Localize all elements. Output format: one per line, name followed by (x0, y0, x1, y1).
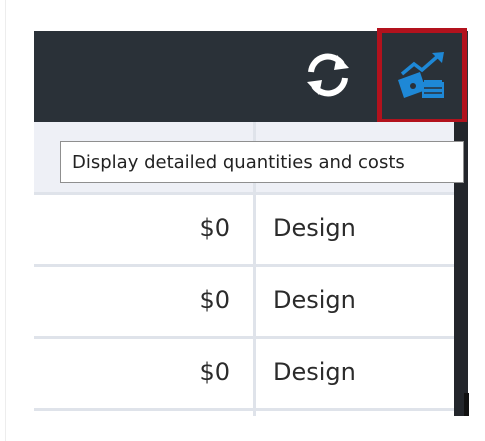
phase-cell: Design (273, 286, 356, 314)
cost-cell: $0 (199, 286, 230, 314)
refresh-button[interactable] (299, 46, 357, 104)
table-row[interactable]: $0 Design (34, 264, 454, 336)
table-row[interactable]: $0 Design (34, 192, 454, 264)
phase-cell: Design (273, 214, 356, 242)
refresh-icon (307, 53, 349, 97)
table-row[interactable]: $0 Design (34, 336, 454, 408)
window-edge (5, 0, 6, 441)
cost-cell: $0 (199, 358, 230, 386)
row-separator (34, 408, 454, 411)
cost-cell: $0 (199, 214, 230, 242)
scrollbar-thumb[interactable] (464, 393, 469, 416)
detailed-costs-button[interactable] (377, 28, 467, 124)
tooltip: Display detailed quantities and costs (60, 141, 464, 183)
phase-cell: Design (273, 358, 356, 386)
cost-chart-icon (398, 52, 444, 98)
app-frame: Display detailed quantities and costs $0… (0, 0, 485, 441)
